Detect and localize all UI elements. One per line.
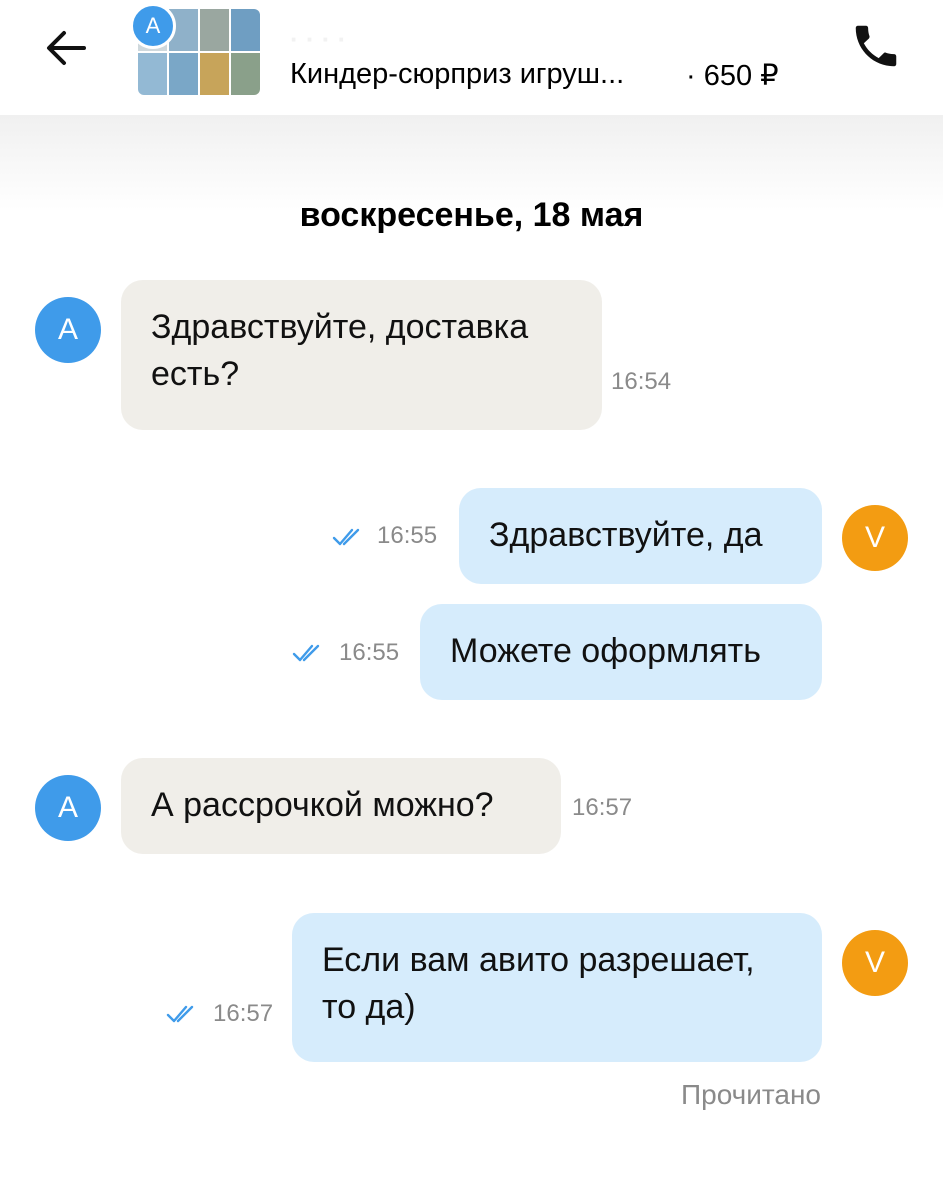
avatar-letter: V: [864, 521, 885, 554]
read-status: Прочитано: [681, 1079, 821, 1110]
message-text: Здравствуйте, доставка есть?: [151, 308, 529, 393]
message-time: 16:54: [611, 368, 672, 395]
listing-price: · 650 ₽: [686, 60, 779, 92]
call-button[interactable]: [848, 18, 904, 74]
avatar-letter: A: [57, 313, 78, 346]
avatar-v[interactable]: V: [842, 505, 908, 571]
double-check-icon: [332, 528, 360, 546]
double-check-icon: [166, 1005, 194, 1023]
message-text: Если вам авито разрешает, то да): [322, 941, 755, 1026]
message-bubble-outgoing[interactable]: Можете оформлять: [420, 604, 822, 700]
date-separator: воскресенье, 18 мая: [299, 196, 644, 234]
avatar-a[interactable]: A: [35, 297, 101, 363]
avatar-v[interactable]: V: [842, 930, 908, 996]
seller-name-hidden: · · · ·: [290, 24, 347, 54]
message-time: 16:55: [339, 639, 400, 666]
double-check-icon: [292, 644, 320, 662]
avatar-letter: A: [57, 791, 78, 824]
message-time: 16:57: [572, 794, 633, 821]
message-bubble-incoming[interactable]: А рассрочкой можно?: [121, 758, 561, 854]
message-time: 16:57: [213, 1000, 274, 1027]
message-bubble-outgoing[interactable]: Если вам авито разрешает, то да): [292, 913, 822, 1062]
message-text: Можете оформлять: [450, 632, 761, 670]
avatar-letter: V: [864, 946, 885, 979]
seller-avatar: A: [130, 3, 176, 49]
phone-icon: [855, 25, 897, 67]
back-button[interactable]: [40, 22, 92, 74]
seller-avatar-letter: A: [145, 13, 161, 38]
message-time: 16:55: [377, 522, 438, 549]
message-text: Здравствуйте, да: [489, 516, 763, 554]
message-bubble-outgoing[interactable]: Здравствуйте, да: [459, 488, 822, 584]
message-bubble-incoming[interactable]: Здравствуйте, доставка есть?: [121, 280, 602, 430]
message-text: А рассрочкой можно?: [151, 786, 494, 824]
avatar-a[interactable]: A: [35, 775, 101, 841]
chat-header: A · · · · Киндер-сюрприз игруш... · 650 …: [0, 0, 943, 115]
listing-title[interactable]: Киндер-сюрприз игруш...: [290, 58, 624, 91]
arrow-left-icon: [47, 31, 86, 65]
